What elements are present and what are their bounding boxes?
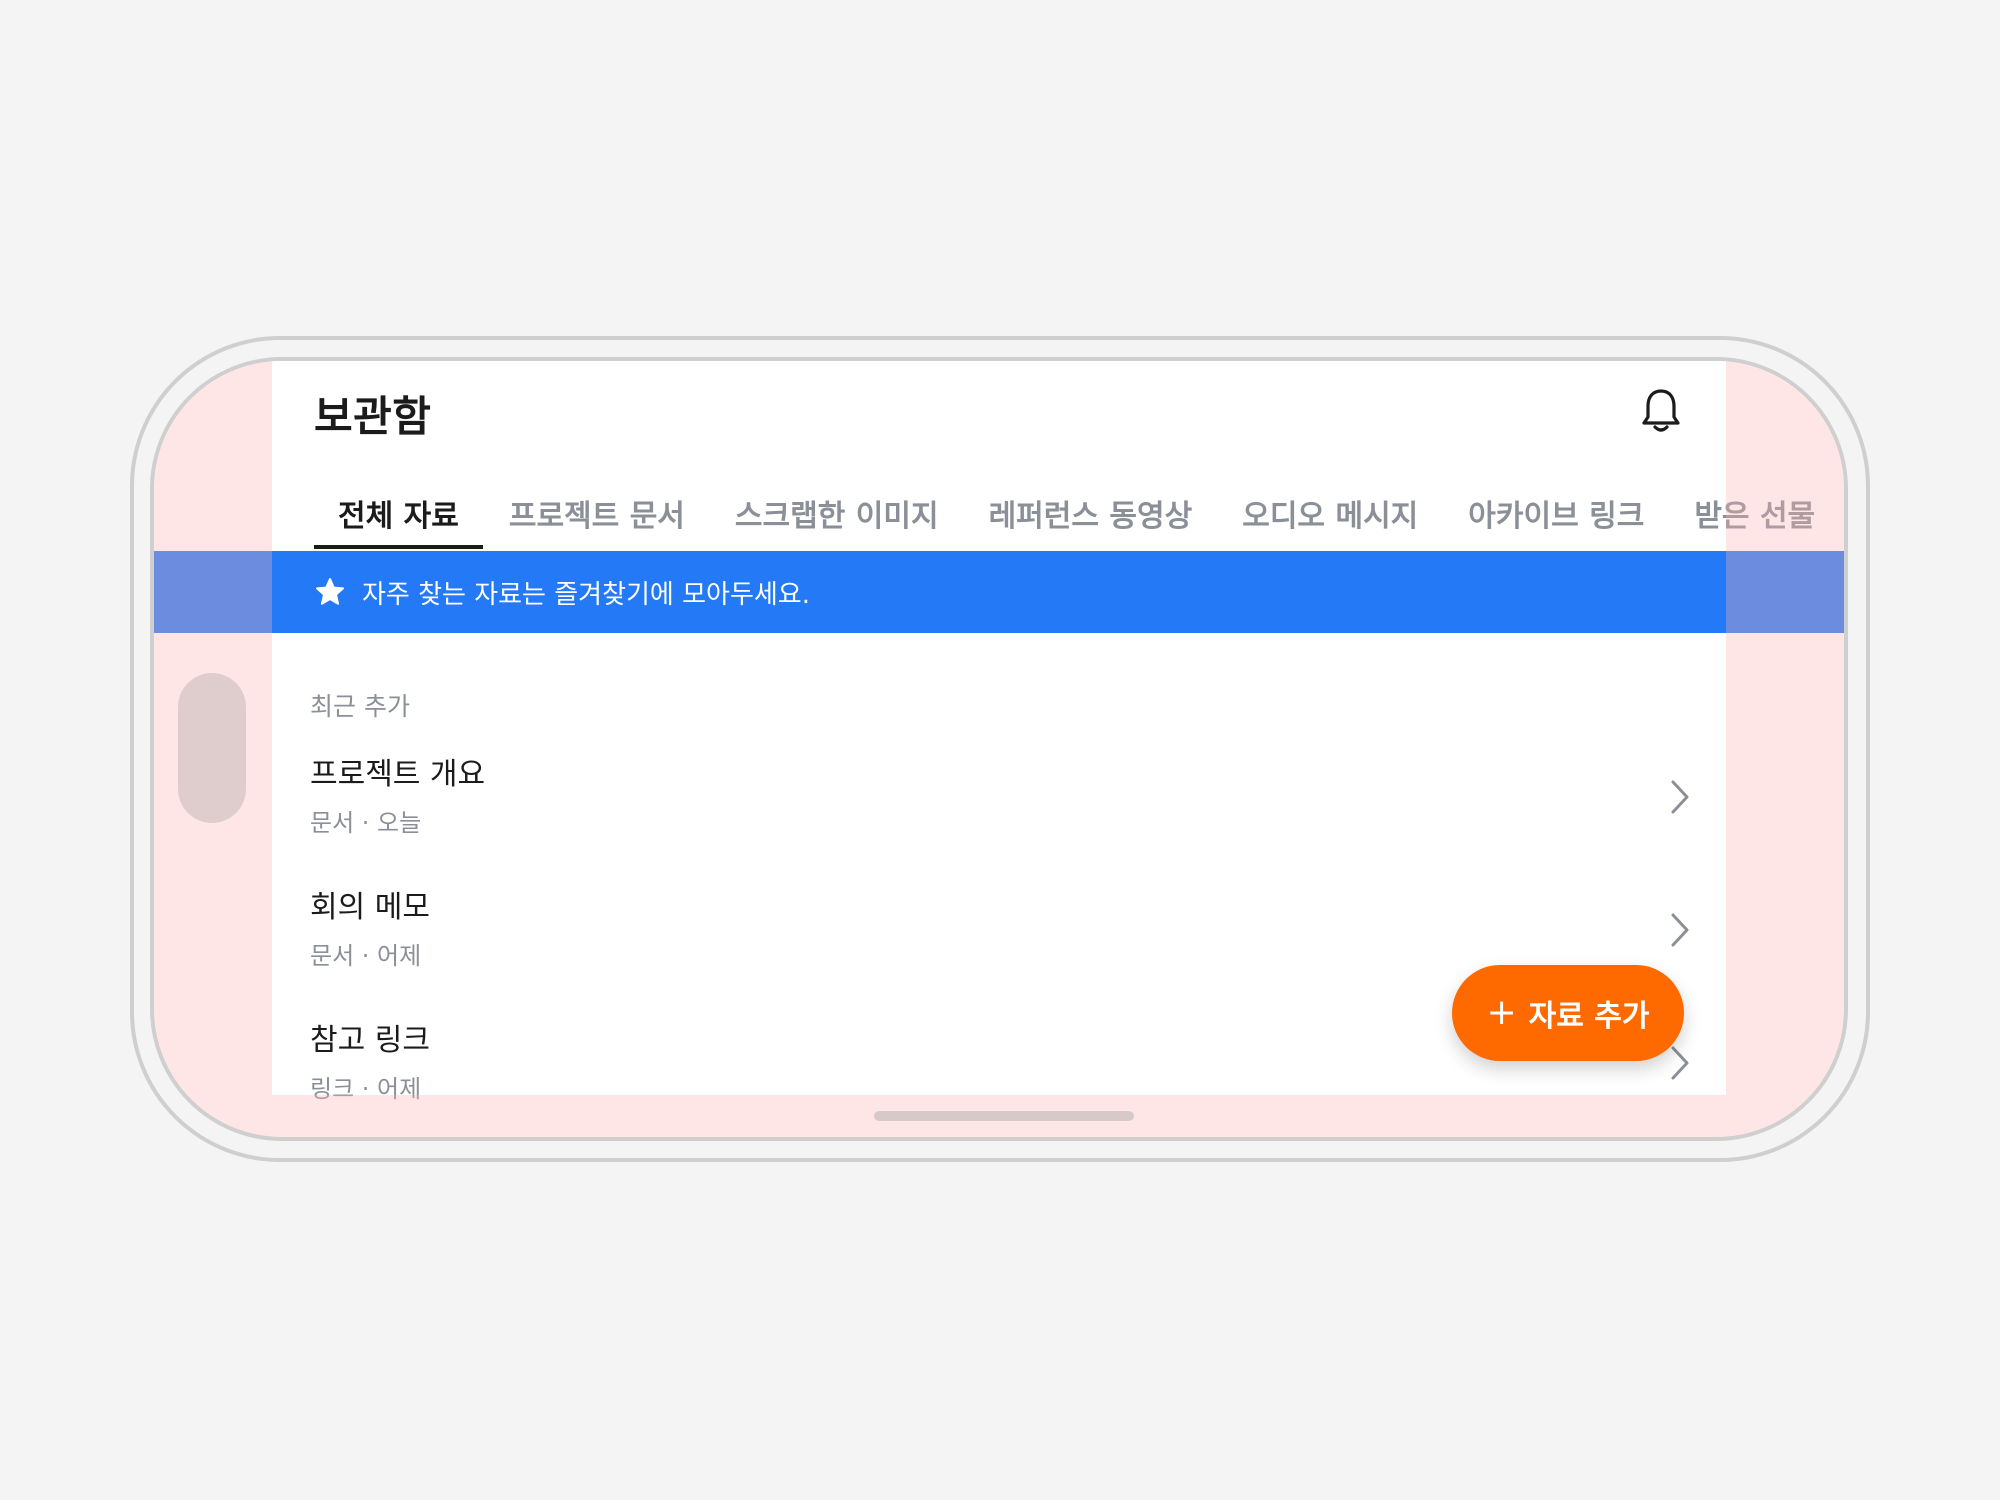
chevron-right-icon — [1671, 780, 1689, 814]
tab-reference-videos[interactable]: 레퍼런스 동영상 — [965, 473, 1217, 549]
banner-text: 자주 찾는 자료는 즐겨찾기에 모아두세요. — [362, 579, 810, 610]
item-meta: 문서 · 오늘 — [310, 809, 422, 837]
item-title: 참고 링크 — [310, 1023, 430, 1058]
tab-project-docs[interactable]: 프로젝트 문서 — [485, 473, 709, 549]
notifications-button[interactable] — [1638, 385, 1684, 437]
home-indicator[interactable] — [874, 1111, 1134, 1121]
chevron-right-icon — [1671, 1046, 1689, 1080]
page-title: 보관함 — [314, 392, 432, 441]
tab-all[interactable]: 전체 자료 — [314, 473, 483, 549]
list-item[interactable]: 프로젝트 개요 문서 · 오늘 — [154, 741, 1844, 874]
favorites-tip-banner: 자주 찾는 자료는 즐겨찾기에 모아두세요. — [154, 551, 1844, 633]
tab-archive-links[interactable]: 아카이브 링크 — [1444, 473, 1668, 549]
sensor-housing — [178, 673, 246, 823]
recent-list: 프로젝트 개요 문서 · 오늘 회의 메모 문서 · 어제 참고 링크 링크 ·… — [154, 741, 1844, 1137]
star-icon — [314, 576, 346, 608]
add-item-label: 자료 추가 — [1528, 999, 1650, 1034]
item-title: 프로젝트 개요 — [310, 757, 486, 792]
tab-received-gifts[interactable]: 받은 선물 — [1670, 473, 1839, 549]
item-meta: 문서 · 어제 — [310, 942, 422, 970]
tab-audio-messages[interactable]: 오디오 메시지 — [1218, 473, 1442, 549]
add-item-button[interactable]: + 자료 추가 — [1452, 965, 1684, 1061]
chevron-right-icon — [1671, 913, 1689, 947]
section-label-recent: 최근 추가 — [310, 692, 410, 721]
plus-icon: + — [1486, 992, 1517, 1033]
app-header: 보관함 — [154, 361, 1844, 479]
item-title: 회의 메모 — [310, 890, 430, 925]
tab-scrapped-images[interactable]: 스크랩한 이미지 — [711, 473, 963, 549]
item-meta: 링크 · 어제 — [310, 1075, 422, 1103]
bell-icon — [1642, 389, 1680, 432]
screen: 보관함 전체 자료 프로젝트 문서 스크랩한 이미지 레퍼런스 동영상 오디오 … — [150, 357, 1848, 1141]
category-tabs: 전체 자료 프로젝트 문서 스크랩한 이미지 레퍼런스 동영상 오디오 메시지 … — [314, 473, 1844, 549]
